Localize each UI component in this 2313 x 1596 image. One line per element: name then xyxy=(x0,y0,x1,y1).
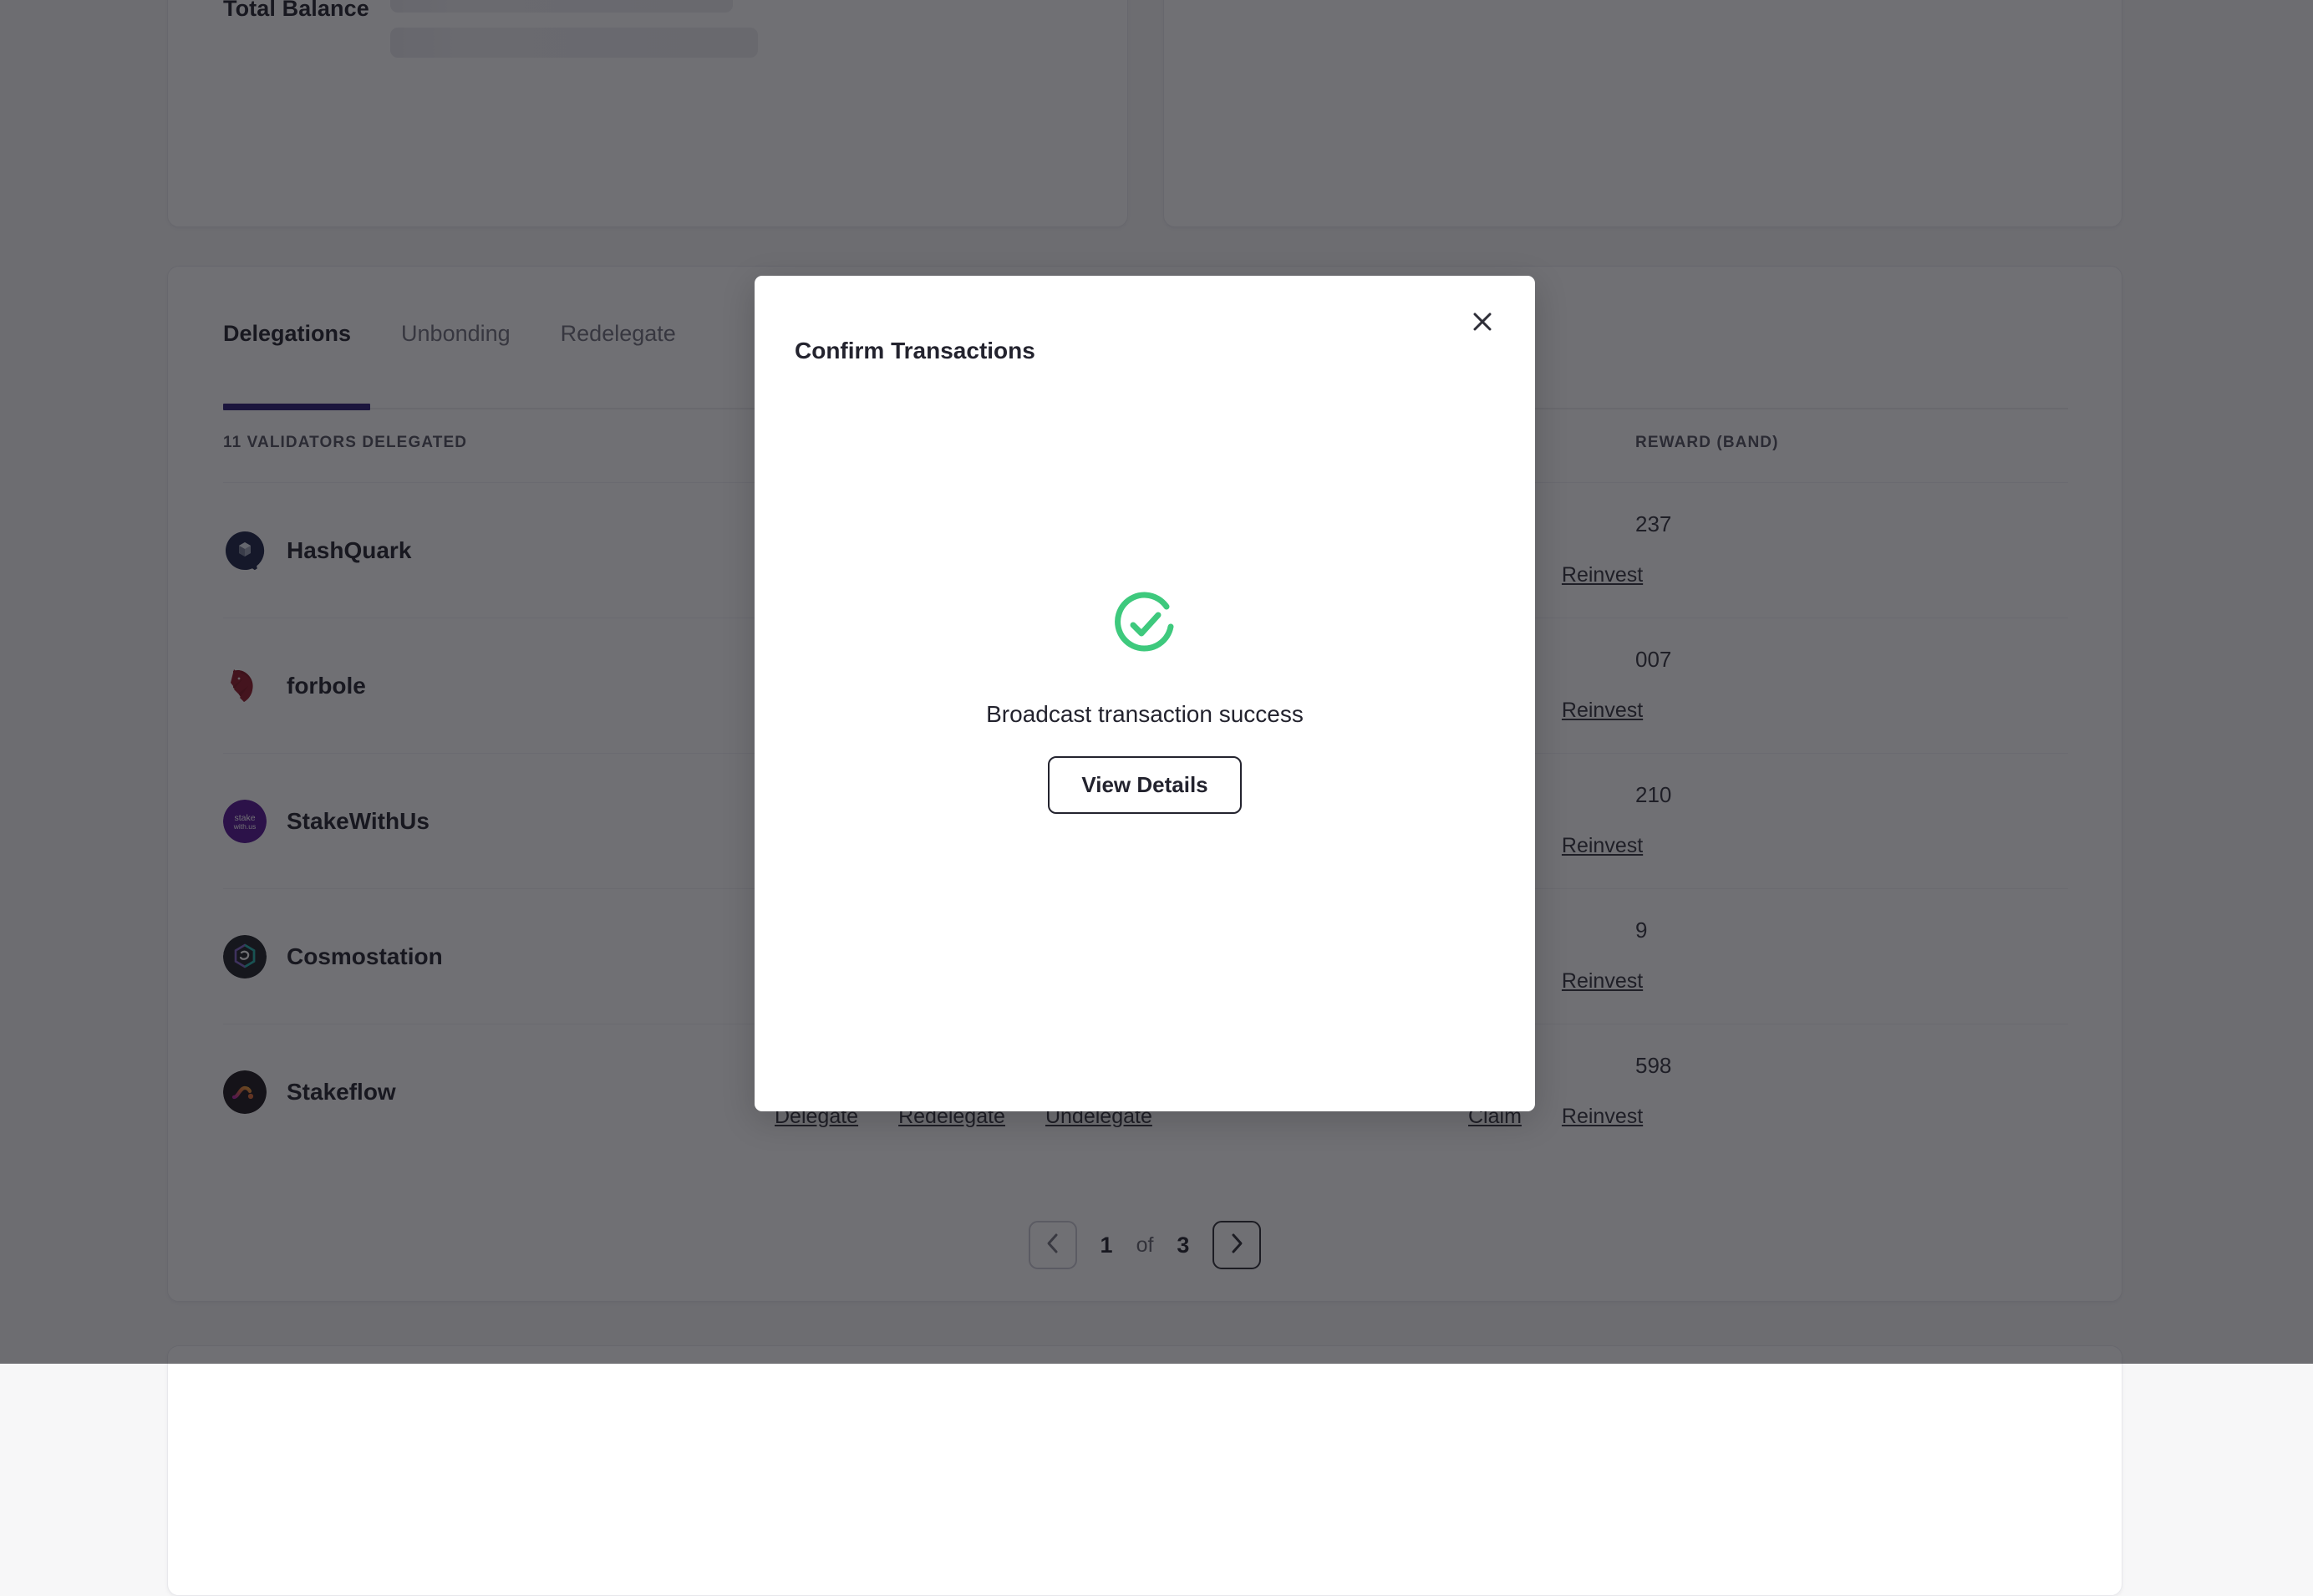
modal-title: Confirm Transactions xyxy=(795,338,1035,364)
close-button[interactable] xyxy=(1460,301,1505,346)
bottom-card xyxy=(167,1345,2122,1596)
close-icon xyxy=(1470,309,1495,338)
view-details-button[interactable]: View Details xyxy=(1048,756,1241,814)
success-state: Broadcast transaction success View Detai… xyxy=(755,587,1535,814)
success-message: Broadcast transaction success xyxy=(986,701,1304,728)
check-circle-icon xyxy=(1106,587,1183,668)
confirm-transactions-modal: Confirm Transactions Broadcast transacti… xyxy=(755,276,1535,1111)
